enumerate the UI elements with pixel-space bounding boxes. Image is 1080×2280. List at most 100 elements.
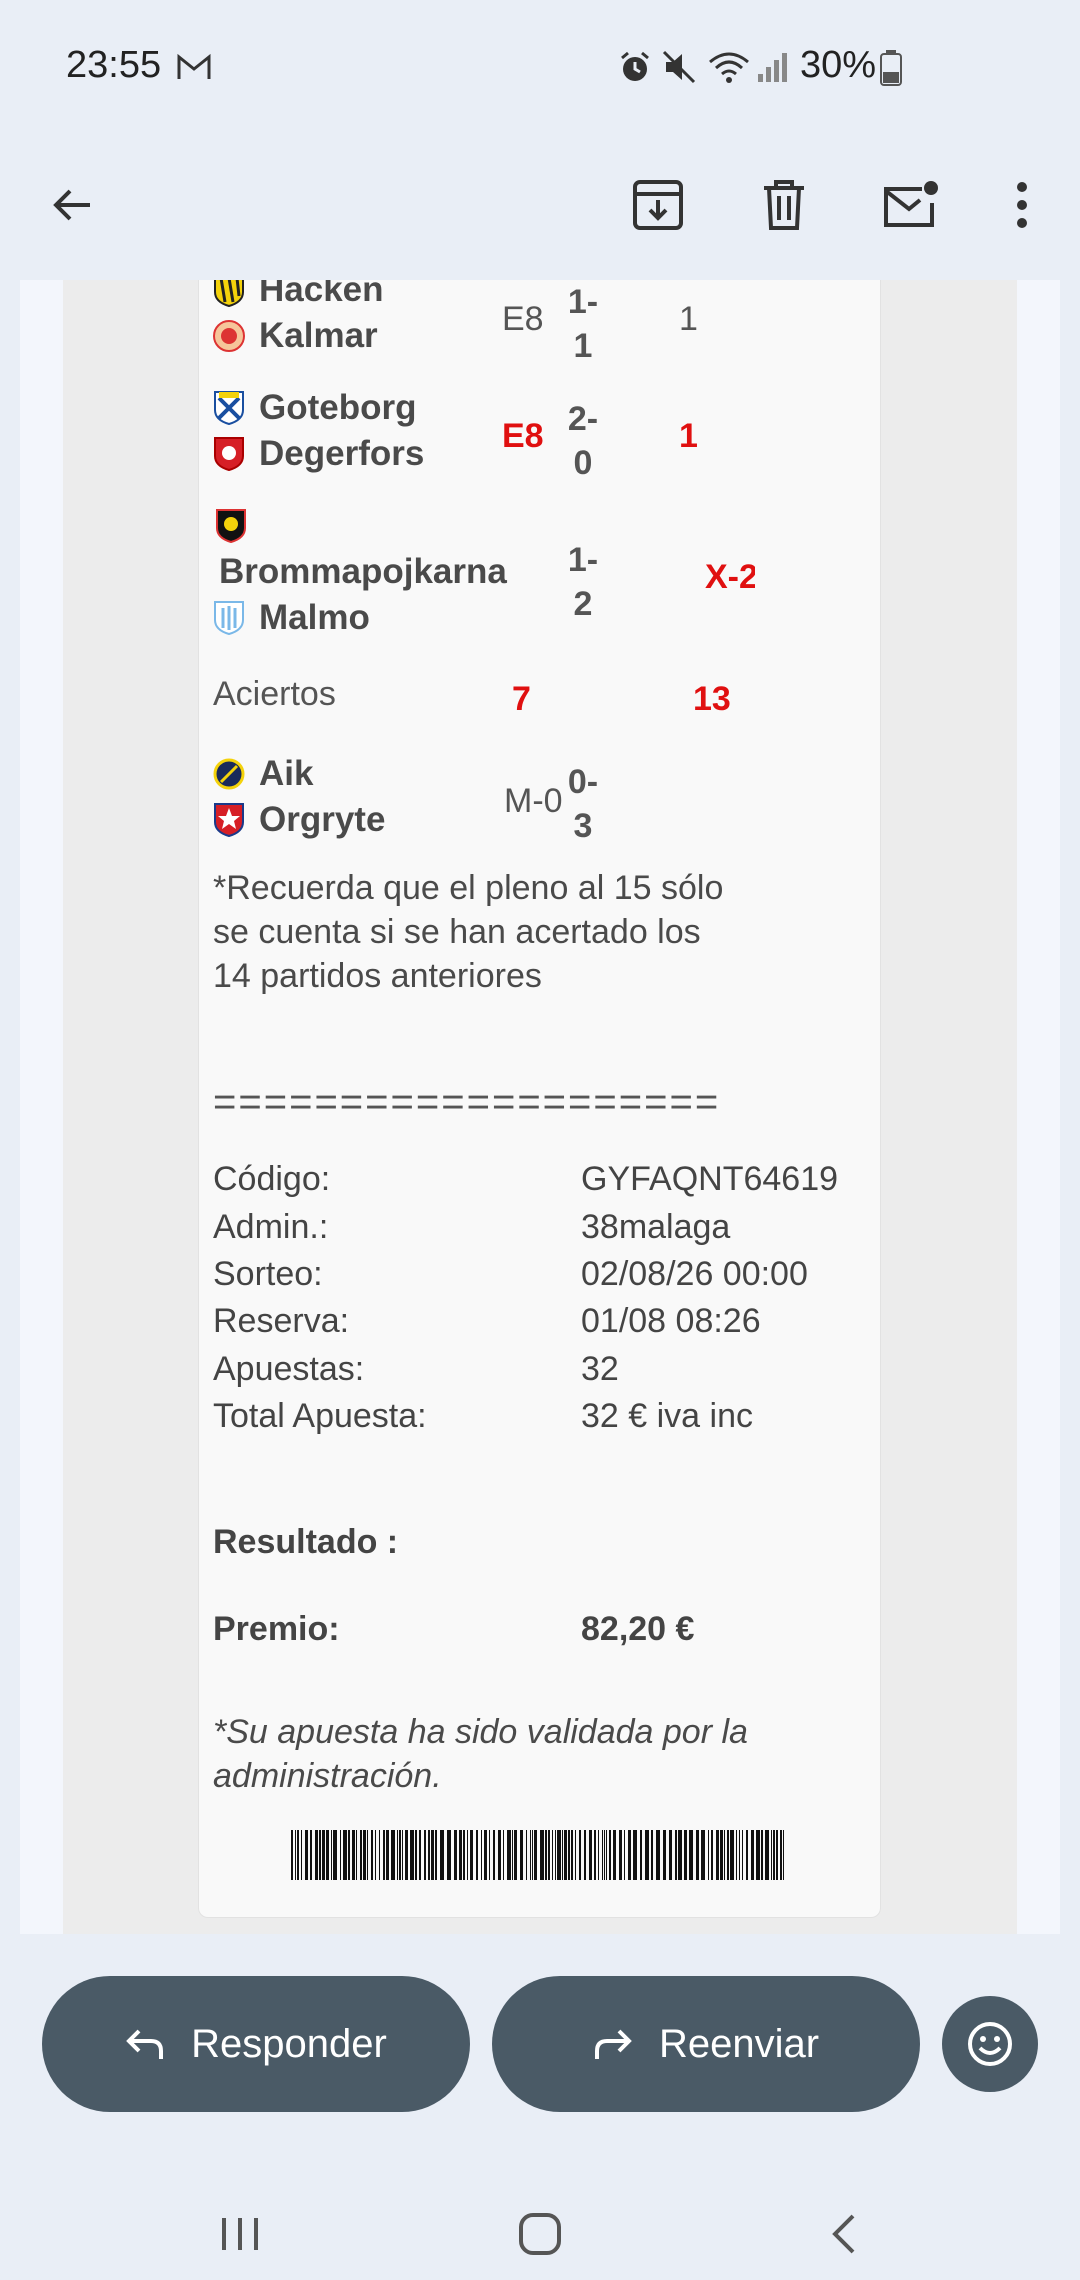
back-button[interactable] [32,165,112,245]
home-icon [519,2213,561,2255]
detail-label-reserva: Reserva: [213,1302,350,1340]
status-time: 23:55 [66,44,162,86]
barcode-bar [619,1830,622,1880]
detail-value-codigo: GYFAQNT64619 [581,1160,839,1198]
barcode-bar [746,1830,748,1880]
detail-label-codigo: Código: [213,1160,331,1198]
barcode-bar [520,1830,523,1880]
barcode-bar [310,1830,312,1880]
barcode-bar [584,1830,586,1880]
barcode-bar [356,1830,357,1880]
barcode-bar [379,1830,380,1880]
barcode-bar [645,1830,649,1880]
barcode-bar [459,1830,462,1880]
aciertos-label: Aciertos [213,675,336,713]
barcode-bar [640,1830,642,1880]
barcode-bar [552,1830,553,1880]
barcode-bar [360,1830,362,1880]
barcode-bar [579,1830,581,1880]
barcode-bar [663,1830,666,1880]
barcode-bar [609,1830,611,1880]
detail-label-apuestas: Apuestas: [213,1350,365,1388]
barcode-bar [678,1830,682,1880]
validation-note: *Su apuesta ha sido validada por la admi… [213,1713,748,1795]
barcode-bar [540,1830,544,1880]
mark-unread-button[interactable] [870,165,950,245]
barcode-bar [301,1830,302,1880]
barcode-bar [720,1830,723,1880]
team-away: Kalmar [213,316,378,356]
recent-apps-icon [222,2218,258,2250]
separator-line: ==================== [213,1080,721,1124]
barcode-bar [419,1830,421,1880]
barcode-bar [493,1830,495,1880]
barcode-bar [696,1830,699,1880]
team-away: Malmo [213,598,370,638]
barcode-bar [391,1830,395,1880]
archive-icon [633,180,683,230]
barcode-bar [454,1830,457,1880]
barcode-bar [575,1830,576,1880]
barcode-bar [415,1830,417,1880]
email-toolbar [0,130,1080,280]
barcode-bar [371,1830,373,1880]
kalmar-crest-icon [213,320,245,352]
barcode-bar [375,1830,376,1880]
battery-percent: 30% [800,44,877,86]
trash-icon [764,180,804,230]
barcode-bar [512,1830,513,1880]
pick-1: E8 [502,300,544,338]
barcode-bar [489,1830,490,1880]
forward-button[interactable]: Reenviar [492,1976,920,2112]
team-home: Hacken [213,280,384,310]
barcode-bar [431,1830,434,1880]
status-bar: 23:55 30% [0,0,1080,130]
barcode-bar [651,1830,653,1880]
email-body[interactable]: Hacken Kalmar 1- 1 E8 1 Goteborg Degerfo… [20,280,1060,1934]
barcode-bar [410,1830,414,1880]
barcode-bar [711,1830,713,1880]
barcode-bar [562,1830,563,1880]
more-vertical-icon [1017,182,1027,228]
barcode-bar [669,1830,672,1880]
home-button[interactable] [500,2194,580,2274]
barcode-bar [526,1830,527,1880]
team-home: Brommapojkarna [219,552,507,591]
barcode-bar [530,1830,531,1880]
barcode-bar [291,1830,293,1880]
barcode-bar [701,1830,705,1880]
recent-apps-button[interactable] [200,2194,280,2274]
barcode-bar [739,1830,740,1880]
delete-button[interactable] [744,165,824,245]
pick-2: 1 [679,300,698,338]
aciertos-value-2: 13 [693,680,731,718]
pick-2-clip: X-2 [705,558,755,597]
barcode-bar [742,1830,743,1880]
aciertos-value-1: 7 [512,680,531,718]
barcode-bar [773,1830,775,1880]
more-options-button[interactable] [982,165,1062,245]
mute-icon [662,50,696,84]
archive-button[interactable] [618,165,698,245]
barcode-bar [606,1830,607,1880]
emoji-reaction-button[interactable] [942,1996,1038,2092]
barcode-bar [447,1830,451,1880]
barcode-bar [297,1830,299,1880]
chevron-left-icon [832,2214,855,2254]
pleno-pick: M-0 [504,782,563,820]
barcode-bar [656,1830,660,1880]
detail-value-admin: 38malaga [581,1208,731,1246]
barcode-bar [771,1830,772,1880]
barcode-bar [602,1830,603,1880]
barcode-bar [352,1830,355,1880]
barcode-bar [295,1830,296,1880]
barcode-bar [463,1830,465,1880]
barcode-bar [315,1830,318,1880]
barcode-bar [716,1830,719,1880]
aik-crest-icon [213,758,245,790]
barcode-bar [689,1830,693,1880]
reply-button[interactable]: Responder [42,1976,470,2112]
bet-ticket: Hacken Kalmar 1- 1 E8 1 Goteborg Degerfo… [198,280,881,1918]
nav-back-button[interactable] [804,2194,884,2274]
forward-label: Reenviar [658,2021,820,2066]
